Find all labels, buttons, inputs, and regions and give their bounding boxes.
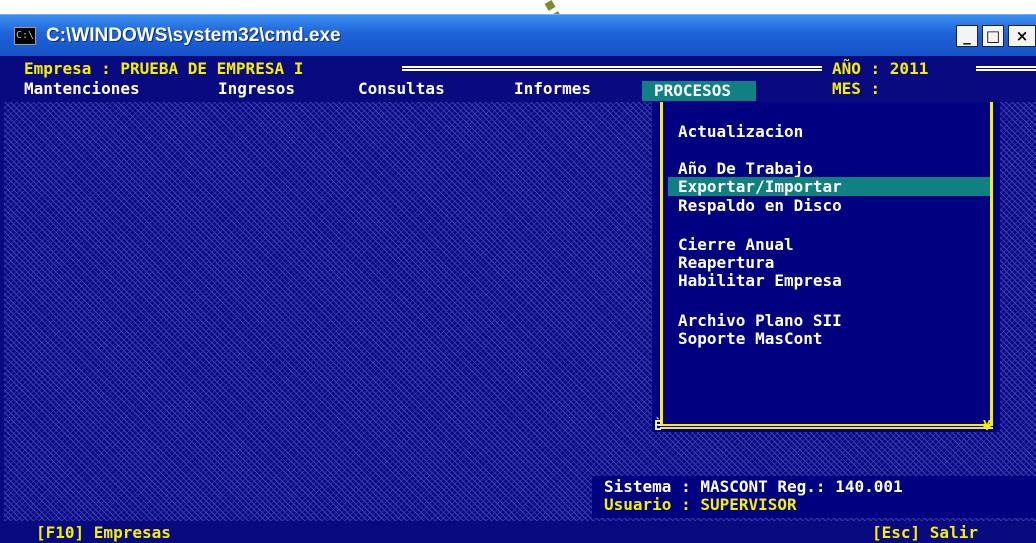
- menu-informes[interactable]: Informes: [514, 80, 591, 98]
- menu-item-habilitar-empresa[interactable]: Habilitar Empresa: [678, 271, 988, 290]
- footer-bar: [F10] Empresas [Esc] Salir: [4, 521, 1036, 543]
- header-divider-right: [976, 66, 1036, 71]
- menu-item-cierre-anual[interactable]: Cierre Anual: [678, 235, 988, 254]
- status-panel: Sistema : MASCONT Reg.: 140.001 Usuario …: [592, 476, 1036, 518]
- empresa-label: Empresa : PRUEBA DE EMPRESA I: [24, 59, 304, 78]
- menu-item-archivo-plano-sii[interactable]: Archivo Plano SII: [678, 311, 988, 330]
- title-bar[interactable]: C:\ C:\WINDOWS\system32\cmd.exe _ □ ×: [0, 14, 1036, 56]
- menu-consultas[interactable]: Consultas: [358, 80, 445, 98]
- menu-item-ano-de-trabajo[interactable]: Año De Trabajo: [678, 159, 988, 178]
- dropdown-corner-right: ¥: [983, 419, 991, 434]
- ano-label: AÑO : 2011: [832, 59, 929, 78]
- close-button[interactable]: ×: [1008, 25, 1036, 47]
- menu-procesos[interactable]: PROCESOS: [642, 81, 756, 101]
- f10-empresas-hint[interactable]: [F10] Empresas: [36, 524, 171, 542]
- dropdown-border-left: [660, 102, 663, 424]
- procesos-dropdown: È ¥ Actualizacion Año De Trabajo Exporta…: [652, 102, 1000, 434]
- dropdown-border-right: [990, 102, 993, 424]
- dropdown-corner-left: È: [654, 419, 662, 434]
- menu-item-soporte-mascont[interactable]: Soporte MasCont: [678, 329, 988, 348]
- window-title: C:\WINDOWS\system32\cmd.exe: [46, 25, 341, 46]
- header-bar: Empresa : PRUEBA DE EMPRESA I AÑO : 2011…: [4, 56, 1036, 102]
- header-divider: [402, 66, 822, 71]
- menu-item-exportar-importar[interactable]: Exportar/Importar: [668, 177, 990, 196]
- cmd-window: C:\ C:\WINDOWS\system32\cmd.exe _ □ × Em…: [0, 14, 1036, 543]
- menu-item-reapertura[interactable]: Reapertura: [678, 253, 988, 272]
- menu-item-actualizacion[interactable]: Actualizacion: [678, 122, 988, 141]
- maximize-button[interactable]: □: [982, 25, 1004, 47]
- menu-procesos-label: PROCESOS: [654, 81, 732, 100]
- sistema-label: Sistema : MASCONT Reg.: 140.001: [604, 477, 903, 496]
- minimize-button[interactable]: _: [956, 25, 978, 47]
- usuario-label: Usuario : SUPERVISOR: [604, 495, 797, 514]
- menu-mantenciones[interactable]: Mantenciones: [24, 80, 140, 98]
- mes-label: MES :: [832, 79, 881, 98]
- menu-ingresos[interactable]: Ingresos: [218, 80, 295, 98]
- esc-salir-hint[interactable]: [Esc] Salir: [872, 524, 978, 542]
- console-area: Empresa : PRUEBA DE EMPRESA I AÑO : 2011…: [4, 56, 1036, 543]
- dropdown-border-bottom: [660, 424, 993, 429]
- console-app-icon: C:\: [14, 27, 36, 45]
- menu-item-respaldo-en-disco[interactable]: Respaldo en Disco: [678, 196, 988, 215]
